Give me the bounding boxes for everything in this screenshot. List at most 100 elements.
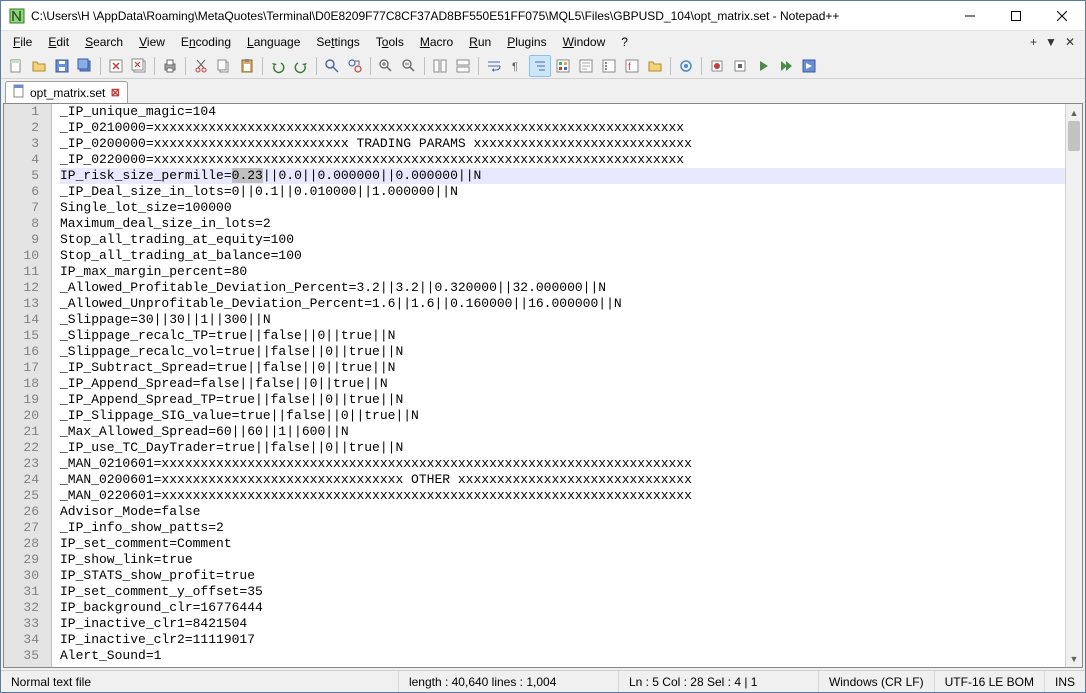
status-eol[interactable]: Windows (CR LF) bbox=[819, 671, 935, 692]
menu-run[interactable]: Run bbox=[461, 33, 499, 51]
close-all-button[interactable] bbox=[128, 55, 150, 77]
udl-button[interactable] bbox=[552, 55, 574, 77]
play-macro-button[interactable] bbox=[752, 55, 774, 77]
cut-button[interactable] bbox=[190, 55, 212, 77]
menu-window[interactable]: Window bbox=[555, 33, 614, 51]
code-line[interactable]: _Allowed_Profitable_Deviation_Percent=3.… bbox=[60, 280, 1065, 296]
zoom-in-button[interactable] bbox=[375, 55, 397, 77]
func-list-button[interactable]: f bbox=[621, 55, 643, 77]
menu-help[interactable]: ? bbox=[613, 33, 636, 51]
code-line[interactable]: _Slippage=30||30||1||300||N bbox=[60, 312, 1065, 328]
indent-guide-button[interactable] bbox=[529, 55, 551, 77]
menu-encoding[interactable]: Encoding bbox=[173, 33, 239, 51]
play-multi-button[interactable] bbox=[775, 55, 797, 77]
tab-close-icon[interactable]: ⊠ bbox=[109, 87, 121, 99]
doc-list-button[interactable] bbox=[598, 55, 620, 77]
code-line[interactable]: IP_max_margin_percent=80 bbox=[60, 264, 1065, 280]
menu-macro[interactable]: Macro bbox=[412, 33, 461, 51]
menu-settings[interactable]: Settings bbox=[308, 33, 367, 51]
code-line[interactable]: _IP_0220000=xxxxxxxxxxxxxxxxxxxxxxxxxxxx… bbox=[60, 152, 1065, 168]
status-mode[interactable]: INS bbox=[1045, 671, 1085, 692]
sync-h-button[interactable] bbox=[452, 55, 474, 77]
paste-button[interactable] bbox=[236, 55, 258, 77]
monitor-button[interactable] bbox=[675, 55, 697, 77]
minimize-button[interactable] bbox=[947, 1, 993, 30]
code-line[interactable]: _Slippage_recalc_TP=true||false||0||true… bbox=[60, 328, 1065, 344]
file-tab[interactable]: opt_matrix.set ⊠ bbox=[5, 81, 128, 103]
menu-search[interactable]: Search bbox=[77, 33, 131, 51]
scroll-up-icon[interactable]: ▲ bbox=[1066, 104, 1082, 121]
code-line[interactable]: _MAN_0220601=xxxxxxxxxxxxxxxxxxxxxxxxxxx… bbox=[60, 488, 1065, 504]
vertical-scrollbar[interactable]: ▲ ▼ bbox=[1065, 104, 1082, 667]
code-line[interactable]: Alert_Sound=1 bbox=[60, 648, 1065, 664]
scroll-track[interactable] bbox=[1066, 121, 1082, 650]
code-line[interactable]: _Allowed_Unprofitable_Deviation_Percent=… bbox=[60, 296, 1065, 312]
code-line[interactable]: IP_risk_size_permille=0.23||0.0||0.00000… bbox=[60, 168, 1065, 184]
close-button[interactable] bbox=[1039, 1, 1085, 30]
wordwrap-button[interactable] bbox=[483, 55, 505, 77]
scroll-down-icon[interactable]: ▼ bbox=[1066, 650, 1082, 667]
code-line[interactable]: _IP_use_TC_DayTrader=true||false||0||tru… bbox=[60, 440, 1065, 456]
code-area[interactable]: _IP_unique_magic=104_IP_0210000=xxxxxxxx… bbox=[52, 104, 1065, 667]
code-line[interactable]: _IP_info_show_patts=2 bbox=[60, 520, 1065, 536]
print-button[interactable] bbox=[159, 55, 181, 77]
code-line[interactable]: IP_set_comment=Comment bbox=[60, 536, 1065, 552]
status-encoding[interactable]: UTF-16 LE BOM bbox=[935, 671, 1045, 692]
code-line[interactable]: _MAN_0210601=xxxxxxxxxxxxxxxxxxxxxxxxxxx… bbox=[60, 456, 1065, 472]
svg-text:f: f bbox=[628, 62, 631, 73]
open-file-button[interactable] bbox=[28, 55, 50, 77]
code-line[interactable]: IP_STATS_show_profit=true bbox=[60, 568, 1065, 584]
menu-view[interactable]: View bbox=[131, 33, 173, 51]
code-line[interactable]: Stop_all_trading_at_equity=100 bbox=[60, 232, 1065, 248]
find-button[interactable] bbox=[321, 55, 343, 77]
save-button[interactable] bbox=[51, 55, 73, 77]
folder-button[interactable] bbox=[644, 55, 666, 77]
code-line[interactable]: _IP_0210000=xxxxxxxxxxxxxxxxxxxxxxxxxxxx… bbox=[60, 120, 1065, 136]
menu-edit[interactable]: Edit bbox=[40, 33, 77, 51]
menu-language[interactable]: Language bbox=[239, 33, 308, 51]
code-line[interactable]: _IP_0200000=xxxxxxxxxxxxxxxxxxxxxxxxx TR… bbox=[60, 136, 1065, 152]
code-line[interactable]: IP_set_comment_y_offset=35 bbox=[60, 584, 1065, 600]
menu-tools[interactable]: Tools bbox=[368, 33, 412, 51]
code-line[interactable]: _IP_Deal_size_in_lots=0||0.1||0.010000||… bbox=[60, 184, 1065, 200]
redo-button[interactable] bbox=[290, 55, 312, 77]
code-line[interactable]: _IP_Append_Spread_TP=true||false||0||tru… bbox=[60, 392, 1065, 408]
code-line[interactable]: _IP_Slippage_SIG_value=true||false||0||t… bbox=[60, 408, 1065, 424]
new-file-button[interactable] bbox=[5, 55, 27, 77]
code-line[interactable]: Advisor_Mode=false bbox=[60, 504, 1065, 520]
save-macro-button[interactable] bbox=[798, 55, 820, 77]
code-line[interactable]: _IP_Subtract_Spread=true||false||0||true… bbox=[60, 360, 1065, 376]
save-all-button[interactable] bbox=[74, 55, 96, 77]
doc-map-button[interactable] bbox=[575, 55, 597, 77]
replace-button[interactable] bbox=[344, 55, 366, 77]
zoom-out-button[interactable] bbox=[398, 55, 420, 77]
close-file-button[interactable] bbox=[105, 55, 127, 77]
code-line[interactable]: _Slippage_recalc_vol=true||false||0||tru… bbox=[60, 344, 1065, 360]
copy-button[interactable] bbox=[213, 55, 235, 77]
code-line[interactable]: _IP_unique_magic=104 bbox=[60, 104, 1065, 120]
menu-plus-icon[interactable]: + bbox=[1030, 35, 1037, 49]
line-number: 10 bbox=[4, 248, 51, 264]
undo-button[interactable] bbox=[267, 55, 289, 77]
stop-macro-button[interactable] bbox=[729, 55, 751, 77]
code-line[interactable]: IP_inactive_clr2=11119017 bbox=[60, 632, 1065, 648]
code-line[interactable]: Stop_all_trading_at_balance=100 bbox=[60, 248, 1065, 264]
maximize-button[interactable] bbox=[993, 1, 1039, 30]
menu-file[interactable]: File bbox=[5, 33, 40, 51]
code-line[interactable]: IP_background_clr=16776444 bbox=[60, 600, 1065, 616]
code-line[interactable]: IP_show_link=true bbox=[60, 552, 1065, 568]
code-line[interactable]: _IP_Append_Spread=false||false||0||true|… bbox=[60, 376, 1065, 392]
menu-close-icon[interactable]: ✕ bbox=[1065, 35, 1075, 49]
line-number: 34 bbox=[4, 632, 51, 648]
scroll-thumb[interactable] bbox=[1068, 121, 1080, 151]
sync-v-button[interactable] bbox=[429, 55, 451, 77]
code-line[interactable]: _Max_Allowed_Spread=60||60||1||600||N bbox=[60, 424, 1065, 440]
show-all-chars-button[interactable]: ¶ bbox=[506, 55, 528, 77]
code-line[interactable]: Single_lot_size=100000 bbox=[60, 200, 1065, 216]
menu-dropdown-icon[interactable]: ▼ bbox=[1045, 35, 1057, 49]
code-line[interactable]: _MAN_0200601=xxxxxxxxxxxxxxxxxxxxxxxxxxx… bbox=[60, 472, 1065, 488]
code-line[interactable]: IP_inactive_clr1=8421504 bbox=[60, 616, 1065, 632]
record-macro-button[interactable] bbox=[706, 55, 728, 77]
menu-plugins[interactable]: Plugins bbox=[499, 33, 554, 51]
code-line[interactable]: Maximum_deal_size_in_lots=2 bbox=[60, 216, 1065, 232]
